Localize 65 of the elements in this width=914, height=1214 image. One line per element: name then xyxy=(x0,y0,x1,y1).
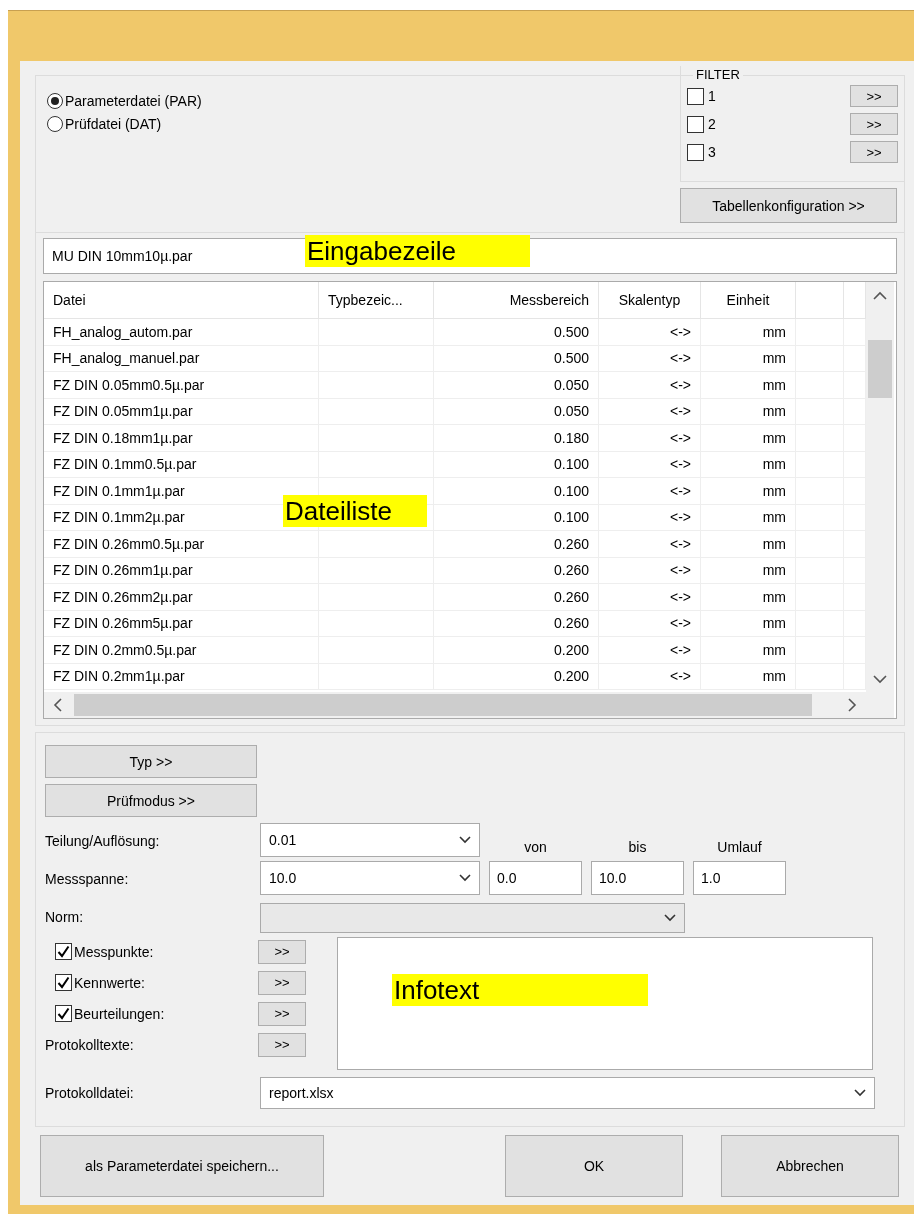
table-cell: FZ DIN 0.26mm2µ.par xyxy=(44,584,319,611)
table-cell: mm xyxy=(701,610,796,637)
table-cell: 0.260 xyxy=(434,584,599,611)
table-cell: mm xyxy=(701,663,796,690)
table-cell: <-> xyxy=(599,478,701,505)
table-cell: <-> xyxy=(599,319,701,346)
table-cell: 0.100 xyxy=(434,504,599,531)
field-label: bis xyxy=(628,839,647,857)
table-cell: FZ DIN 0.26mm0.5µ.par xyxy=(44,531,319,558)
table-cell: FZ DIN 0.05mm1µ.par xyxy=(44,398,319,425)
table-cell: mm xyxy=(701,557,796,584)
field-label: Umlauf xyxy=(717,839,762,857)
table-cell: 0.100 xyxy=(434,451,599,478)
table-cell: 0.200 xyxy=(434,637,599,664)
table-cell: mm xyxy=(701,531,796,558)
table-cell: <-> xyxy=(599,425,701,452)
table-cell: FZ DIN 0.2mm0.5µ.par xyxy=(44,637,319,664)
table-cell: 0.260 xyxy=(434,531,599,558)
table-cell: <-> xyxy=(599,531,701,558)
field-label: Protokolldatei: xyxy=(45,1085,135,1101)
table-cell: FH_analog_manuel.par xyxy=(44,345,319,372)
table-cell: <-> xyxy=(599,504,701,531)
field-label: Norm: xyxy=(45,909,85,927)
table-cell: FH_analog_autom.par xyxy=(44,319,319,346)
table-cell: mm xyxy=(701,451,796,478)
table-cell: <-> xyxy=(599,451,701,478)
table-cell: <-> xyxy=(599,584,701,611)
table-cell: mm xyxy=(701,425,796,452)
table-cell: mm xyxy=(701,504,796,531)
table-cell: 0.050 xyxy=(434,372,599,399)
field-label: Protokolltexte: xyxy=(45,1036,134,1053)
table-cell: 0.260 xyxy=(434,610,599,637)
table-cell: <-> xyxy=(599,610,701,637)
table-cell: 0.500 xyxy=(434,319,599,346)
table-cell: <-> xyxy=(599,398,701,425)
group-title: FILTER xyxy=(693,67,743,82)
table-cell: 0.260 xyxy=(434,557,599,584)
table-cell: FZ DIN 0.26mm5µ.par xyxy=(44,610,319,637)
table-cell: mm xyxy=(701,478,796,505)
table-cell: 0.200 xyxy=(434,663,599,690)
table-cell: FZ DIN 0.05mm0.5µ.par xyxy=(44,372,319,399)
table-cell: 0.050 xyxy=(434,398,599,425)
table-cell: 0.180 xyxy=(434,425,599,452)
field-label: Teilung/Auflösung: xyxy=(45,833,161,851)
table-cell: <-> xyxy=(599,663,701,690)
table-cell: FZ DIN 0.2mm1µ.par xyxy=(44,663,319,690)
table-cell: <-> xyxy=(599,372,701,399)
table-cell: 0.500 xyxy=(434,345,599,372)
table-cell: <-> xyxy=(599,345,701,372)
annotation-tooltip: Eingabezeile xyxy=(305,235,530,267)
table-cell: <-> xyxy=(599,637,701,664)
table-cell: mm xyxy=(701,345,796,372)
table-cell: <-> xyxy=(599,557,701,584)
table-cell: FZ DIN 0.18mm1µ.par xyxy=(44,425,319,452)
field-label: von xyxy=(524,839,547,857)
table-cell: mm xyxy=(701,319,796,346)
table-cell: FZ DIN 0.26mm1µ.par xyxy=(44,557,319,584)
table-cell: mm xyxy=(701,398,796,425)
field-label: Messspanne: xyxy=(45,871,130,889)
table-cell: mm xyxy=(701,372,796,399)
table-cell: mm xyxy=(701,637,796,664)
table-cell: 0.100 xyxy=(434,478,599,505)
annotation-tooltip: Infotext xyxy=(392,974,648,1006)
table-cell: mm xyxy=(701,584,796,611)
table-cell: FZ DIN 0.1mm0.5µ.par xyxy=(44,451,319,478)
